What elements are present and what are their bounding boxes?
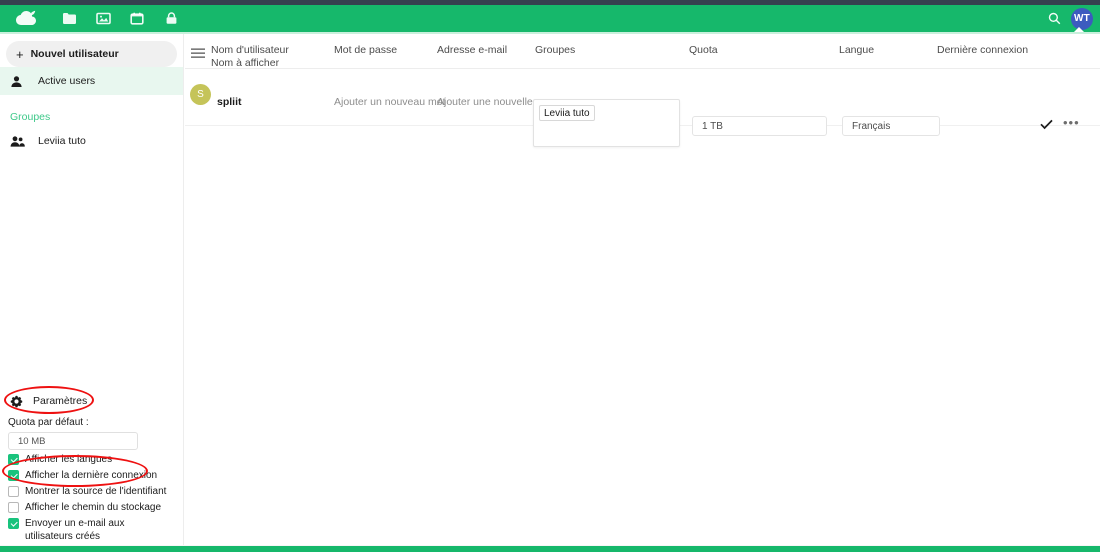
sidebar-group-label: Leviia tuto xyxy=(38,135,86,147)
cell-quota-input[interactable]: 1 TB xyxy=(692,116,827,136)
group-chip[interactable]: Leviia tuto xyxy=(539,105,595,121)
gear-icon xyxy=(10,395,23,408)
checkbox-show-languages[interactable]: Afficher les langues xyxy=(6,453,178,466)
column-last-login: Dernière connexion xyxy=(937,44,1029,56)
list-view-icon[interactable] xyxy=(191,46,205,64)
nextcloud-cloud-logo[interactable] xyxy=(12,9,40,29)
checkbox-icon xyxy=(8,502,19,513)
calendar-icon[interactable] xyxy=(120,5,154,32)
sidebar-item-leviia-tuto[interactable]: Leviia tuto xyxy=(0,127,183,155)
bottom-green-strip xyxy=(0,546,1100,552)
cell-username[interactable]: spliit xyxy=(217,96,242,108)
checkbox-send-email[interactable]: Envoyer un e-mail aux utilisateurs créés xyxy=(6,517,178,543)
column-email: Adresse e-mail xyxy=(437,44,508,56)
search-icon[interactable] xyxy=(1037,5,1071,32)
checkbox-label: Afficher le chemin du stockage xyxy=(25,502,162,513)
cell-email-placeholder[interactable]: Ajouter une nouvelle ... xyxy=(437,96,544,108)
column-password: Mot de passe xyxy=(334,44,398,56)
users-main-panel: Nom d'utilisateur Nom à afficher Mot de … xyxy=(185,34,1100,552)
passwords-lock-icon[interactable] xyxy=(154,5,188,32)
column-quota: Quota xyxy=(689,44,718,56)
checkbox-icon xyxy=(8,454,19,465)
checkbox-show-storage-path[interactable]: Afficher le chemin du stockage xyxy=(6,501,178,514)
settings-label: Paramètres xyxy=(33,395,88,407)
user-management-page: WT + Nouvel utilisateur Active users Gro… xyxy=(0,0,1100,552)
checkbox-icon xyxy=(8,518,19,529)
checkbox-icon xyxy=(8,486,19,497)
user-icon xyxy=(10,75,30,88)
add-user-button[interactable]: + Nouvel utilisateur xyxy=(6,41,177,67)
default-quota-input[interactable]: 10 MB xyxy=(8,432,138,450)
photos-icon[interactable] xyxy=(86,5,120,32)
groups-section-header: Groupes xyxy=(10,111,51,123)
checkbox-label: Envoyer un e-mail aux utilisateurs créés xyxy=(25,518,125,542)
header-nav-icons xyxy=(52,5,188,32)
settings-panel: Paramètres Quota par défaut : 10 MB Affi… xyxy=(0,391,184,543)
checkbox-label: Afficher la dernière connexion xyxy=(25,470,158,481)
checkbox-icon xyxy=(8,470,19,481)
more-actions-icon[interactable]: ••• xyxy=(1063,116,1080,130)
column-language: Langue xyxy=(839,44,875,56)
column-groups: Groupes xyxy=(535,44,576,56)
column-username: Nom d'utilisateur Nom à afficher xyxy=(211,34,289,70)
cell-language-select[interactable]: Français xyxy=(842,116,940,136)
cell-password-placeholder[interactable]: Ajouter un nouveau mot xyxy=(334,96,446,108)
checkbox-label: Montrer la source de l'identifiant xyxy=(25,486,167,497)
sidebar-item-label: Active users xyxy=(38,75,96,87)
groups-multiselect[interactable]: Leviia tuto xyxy=(533,99,680,147)
settings-toggle[interactable]: Paramètres xyxy=(6,391,178,411)
column-username-line1: Nom d'utilisateur xyxy=(211,44,289,56)
plus-icon: + xyxy=(16,46,24,62)
avatar: S xyxy=(190,84,211,105)
header-right-cluster: WT xyxy=(1037,5,1100,32)
table-row: S spliit Ajouter un nouveau mot Ajouter … xyxy=(185,69,1100,147)
check-icon[interactable] xyxy=(1040,117,1053,135)
sidebar: + Nouvel utilisateur Active users Groupe… xyxy=(0,34,184,552)
app-header: WT xyxy=(0,5,1100,32)
add-user-label: Nouvel utilisateur xyxy=(30,48,119,60)
group-icon xyxy=(10,135,30,148)
checkbox-show-user-backend[interactable]: Montrer la source de l'identifiant xyxy=(6,485,178,498)
checkbox-show-last-login[interactable]: Afficher la dernière connexion xyxy=(6,469,178,482)
default-quota-label: Quota par défaut : xyxy=(8,417,89,428)
folder-icon[interactable] xyxy=(52,5,86,32)
checkbox-label: Afficher les langues xyxy=(25,454,113,465)
sidebar-item-active-users[interactable]: Active users xyxy=(0,67,183,95)
table-header: Nom d'utilisateur Nom à afficher Mot de … xyxy=(185,34,1100,69)
